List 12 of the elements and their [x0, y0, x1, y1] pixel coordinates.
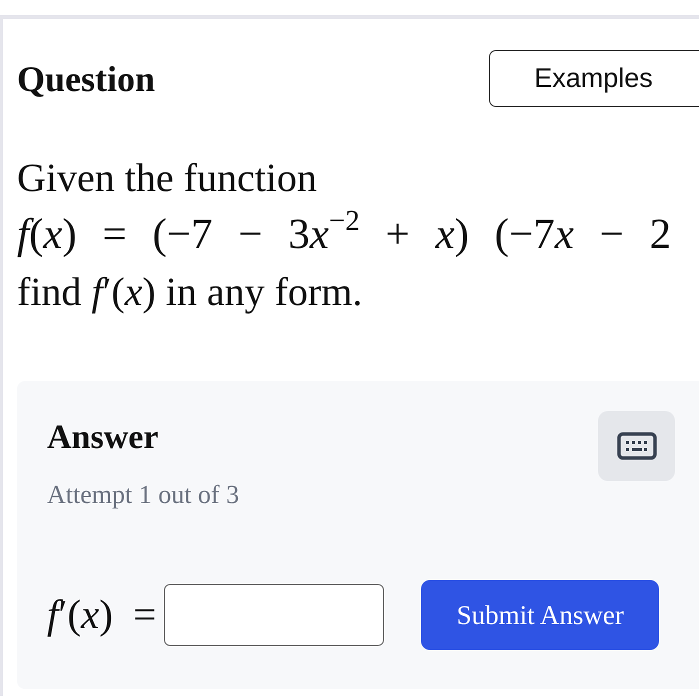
answer-input[interactable]	[164, 584, 384, 646]
question-prompt: find f′(x) in any form.	[17, 268, 364, 316]
examples-button[interactable]: Examples	[489, 50, 699, 107]
keyboard-button[interactable]	[598, 411, 675, 481]
question-text: Given the function	[17, 154, 318, 202]
keyboard-icon	[616, 432, 656, 460]
attempt-text: Attempt 1 out of 3	[47, 479, 240, 511]
submit-button[interactable]: Submit Answer	[421, 580, 660, 650]
question-heading: Question	[17, 58, 156, 100]
formula-text: f(x) = (−7 − 3x$^{−2}$ + x) (−7x − 2	[17, 206, 672, 260]
answer-heading: Answer	[47, 418, 160, 458]
derivative-label: f′(x) =	[47, 590, 156, 640]
